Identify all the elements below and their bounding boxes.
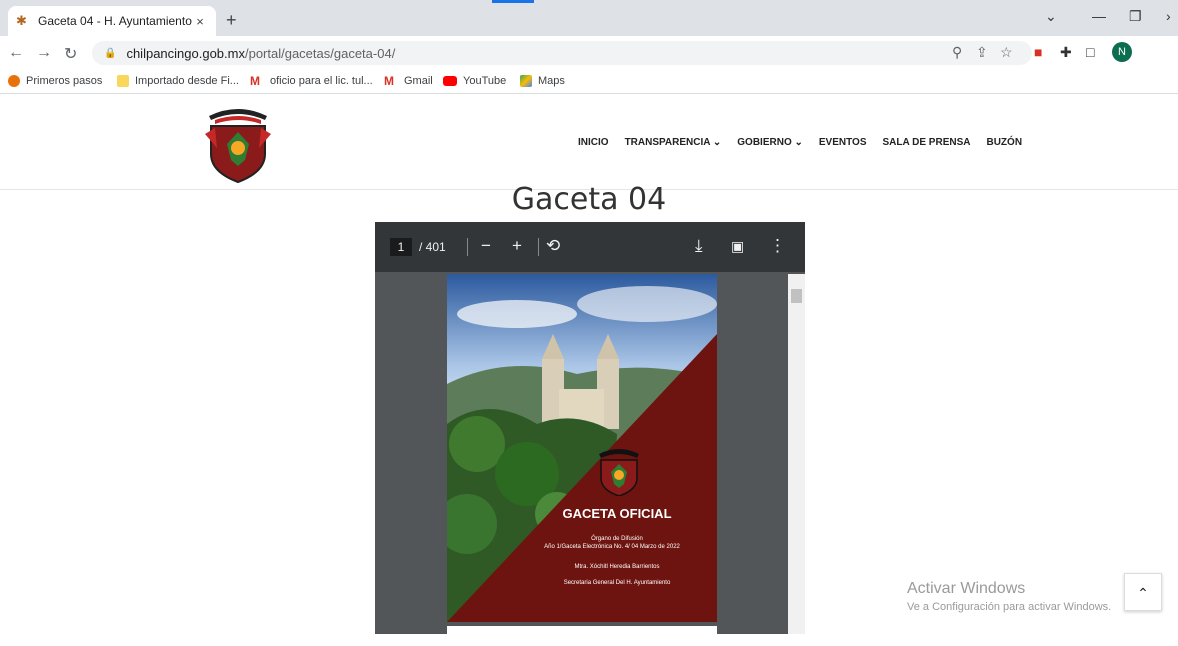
maps-icon: [520, 75, 532, 87]
bookmark-item[interactable]: Primeros pasos: [8, 75, 102, 87]
municipal-shield-logo[interactable]: [205, 104, 271, 184]
activation-watermark-subtitle: Ve a Configuración para activar Windows.: [907, 601, 1112, 613]
bookmark-folder[interactable]: Importado desde Fi...: [117, 75, 239, 87]
restore-button[interactable]: ❐: [1129, 8, 1142, 25]
profile-avatar[interactable]: N: [1112, 42, 1132, 62]
forward-icon[interactable]: →: [36, 44, 52, 62]
site-favicon-icon: ✱: [16, 13, 27, 28]
bookmark-star-icon[interactable]: ☆: [1000, 44, 1013, 61]
extensions-icon[interactable]: ✚: [1060, 44, 1072, 61]
cover-line-1: Órgano de Difusión: [591, 536, 643, 542]
menu-item-transparencia[interactable]: TRANSPARENCIA ⌄: [625, 137, 722, 148]
menu-item-sala-de-prensa[interactable]: SALA DE PRENSA: [883, 137, 971, 148]
pdf-toolbar: 1 / 401 − + ⟲ ⤓ ▣ ⋮: [375, 222, 805, 272]
cover-title: GACETA OFICIAL: [562, 506, 672, 521]
pdf-scrollbar[interactable]: [788, 274, 805, 634]
folder-icon: [117, 75, 129, 87]
bookmark-item[interactable]: Maps: [520, 75, 565, 87]
tab-close-icon[interactable]: ×: [192, 14, 208, 29]
pdf-extension-icon[interactable]: ■: [1034, 44, 1042, 60]
bookmark-item[interactable]: YouTube: [443, 75, 506, 87]
minimize-button[interactable]: —: [1092, 8, 1106, 24]
zoom-icon[interactable]: ⚲: [952, 44, 962, 61]
bookmark-label: Gmail: [404, 75, 433, 87]
browser-tab[interactable]: ✱ Gaceta 04 - H. Ayuntamiento de ×: [8, 6, 216, 36]
share-icon[interactable]: ⇪: [976, 44, 988, 61]
tab-search-icon[interactable]: ⌄: [1045, 8, 1057, 25]
reload-icon[interactable]: ↻: [64, 44, 77, 64]
bookmark-item[interactable]: M oficio para el lic. tul...: [250, 75, 373, 87]
page-title: Gaceta 04: [511, 182, 667, 217]
zoom-in-button[interactable]: +: [512, 236, 522, 256]
bookmark-item[interactable]: M Gmail: [384, 75, 433, 87]
toolbar-divider: [467, 238, 468, 256]
download-icon[interactable]: ⤓: [695, 236, 703, 256]
url-path: /portal/gacetas/gaceta-04/: [244, 45, 396, 61]
firefox-icon: [8, 75, 20, 87]
print-icon[interactable]: ▣: [731, 238, 744, 255]
gmail-icon: M: [384, 74, 394, 88]
page-number-input[interactable]: 1: [390, 238, 412, 256]
chevron-up-icon: ⌃: [1137, 585, 1149, 601]
menu-item-gobierno[interactable]: GOBIERNO ⌄: [737, 137, 803, 148]
main-menu: INICIO TRANSPARENCIA ⌄ GOBIERNO ⌄ EVENTO…: [578, 137, 1038, 148]
pdf-page-cover: GACETA OFICIAL Órgano de Difusión Año 1/…: [447, 274, 717, 622]
cover-line-2: Año 1/Gaceta Electrónica No. 4/ 04 Marzo…: [544, 544, 680, 550]
pdf-viewer: 1 / 401 − + ⟲ ⤓ ▣ ⋮ GACETA OFICIAL Órgan…: [375, 222, 805, 646]
side-panel-icon[interactable]: □: [1086, 44, 1094, 60]
lock-icon: 🔒: [104, 47, 117, 59]
bookmark-label: Importado desde Fi...: [135, 75, 239, 87]
bookmark-label: oficio para el lic. tul...: [270, 75, 373, 87]
bookmark-label: Primeros pasos: [26, 75, 103, 87]
cover-shield-logo: [599, 449, 639, 496]
more-options-icon[interactable]: ⋮: [769, 236, 786, 256]
scrollbar-thumb[interactable]: [791, 289, 802, 303]
toolbar-divider: [538, 238, 539, 256]
new-tab-button[interactable]: +: [226, 10, 237, 31]
back-icon[interactable]: ←: [8, 44, 24, 62]
bookmark-label: YouTube: [463, 75, 507, 87]
cover-line-3: Mtra. Xóchitl Heredia Barrientos: [574, 564, 660, 570]
rotate-icon[interactable]: ⟲: [546, 236, 560, 256]
activation-watermark-title: Activar Windows: [907, 580, 1026, 597]
address-bar[interactable]: 🔒 chilpancingo.gob.mx /portal/gacetas/ga…: [92, 41, 1032, 65]
bookmark-label: Maps: [538, 75, 565, 87]
youtube-icon: [443, 76, 457, 86]
url-host: chilpancingo.gob.mx: [126, 45, 245, 61]
scroll-to-top-button[interactable]: ⌃: [1124, 573, 1162, 611]
close-window-button[interactable]: ›: [1166, 8, 1171, 24]
page-total: / 401: [419, 240, 446, 254]
cover-line-4: Secretaria General Del H. Ayuntamiento: [563, 580, 671, 586]
loading-indicator: [492, 0, 534, 3]
gmail-icon: M: [250, 74, 260, 88]
zoom-out-button[interactable]: −: [481, 236, 491, 256]
menu-item-inicio[interactable]: INICIO: [578, 137, 609, 148]
menu-item-eventos[interactable]: EVENTOS: [819, 137, 867, 148]
tab-strip: ✱ Gaceta 04 - H. Ayuntamiento de × + ⌄ —…: [0, 0, 1178, 36]
tab-title: Gaceta 04 - H. Ayuntamiento de: [38, 14, 192, 28]
menu-item-buzon[interactable]: BUZÓN: [986, 137, 1022, 148]
pdf-page-next: [447, 626, 717, 646]
bookmarks-bar: Primeros pasos Importado desde Fi... M o…: [0, 70, 1178, 94]
